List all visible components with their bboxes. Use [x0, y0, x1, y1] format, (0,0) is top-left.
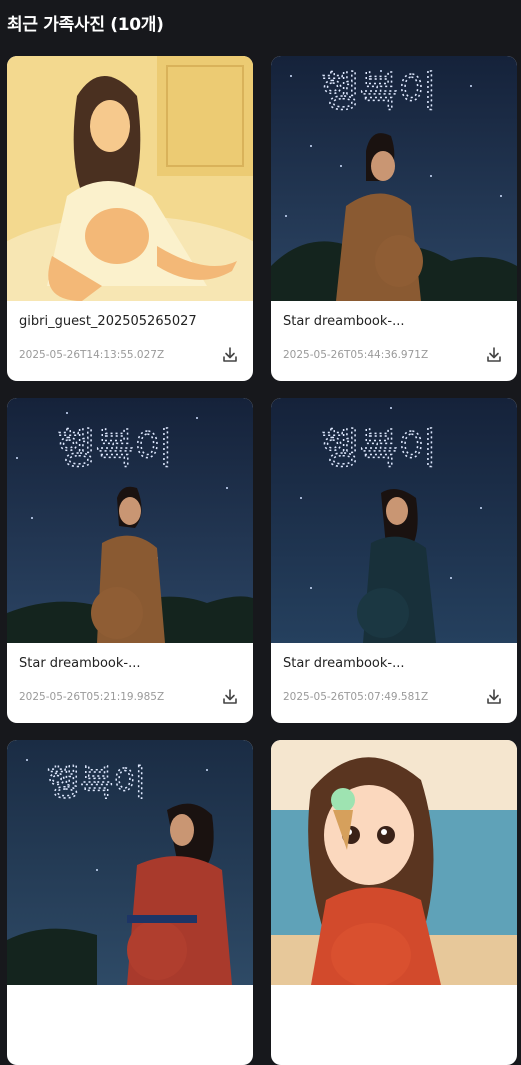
photo-date: 2025-05-26T14:13:55.027Z	[19, 349, 165, 361]
sky-text: 행복이	[57, 424, 173, 473]
sky-text: 행복이	[321, 424, 437, 473]
photo-name: gibri_guest_202505265027	[19, 314, 197, 329]
photo-date: 2025-05-26T05:21:19.985Z	[19, 691, 165, 703]
photo-date: 2025-05-26T05:07:49.581Z	[283, 691, 429, 703]
photo-card[interactable]: 행복이 Star dreambook-... 2025-05-26T05:21:…	[7, 398, 253, 723]
photo-card[interactable]: 행복이 Star dreambook-... 2025-05-26T05:07:…	[271, 398, 517, 723]
photo-grid: gibri_guest_202505265027 2025-05-26T14:1…	[0, 0, 521, 1065]
photo-thumbnail[interactable]	[271, 740, 517, 985]
download-icon[interactable]	[485, 346, 503, 364]
photo-card[interactable]: gibri_guest_202505265027 2025-05-26T14:1…	[7, 56, 253, 381]
photo-thumbnail[interactable]: 행복이	[7, 398, 253, 643]
photo-card[interactable]: 행복이	[7, 740, 253, 1065]
photo-thumbnail[interactable]: 행복이	[7, 740, 253, 985]
photo-thumbnail[interactable]: 행복이	[271, 398, 517, 643]
sky-text: 행복이	[47, 763, 146, 804]
download-icon[interactable]	[221, 346, 239, 364]
download-icon[interactable]	[485, 688, 503, 706]
photo-date: 2025-05-26T05:44:36.971Z	[283, 349, 429, 361]
photo-thumbnail[interactable]	[7, 56, 253, 301]
photo-name: Star dreambook-...	[283, 656, 405, 671]
photo-card[interactable]: 행복이 Star dreambook-... 2025-05-26T05:44:…	[271, 56, 517, 381]
photo-name: Star dreambook-...	[19, 656, 141, 671]
photo-name: Star dreambook-...	[283, 314, 405, 329]
photo-card[interactable]	[271, 740, 517, 1065]
download-icon[interactable]	[221, 688, 239, 706]
sky-text: 행복이	[321, 67, 437, 116]
photo-thumbnail[interactable]: 행복이	[271, 56, 517, 301]
